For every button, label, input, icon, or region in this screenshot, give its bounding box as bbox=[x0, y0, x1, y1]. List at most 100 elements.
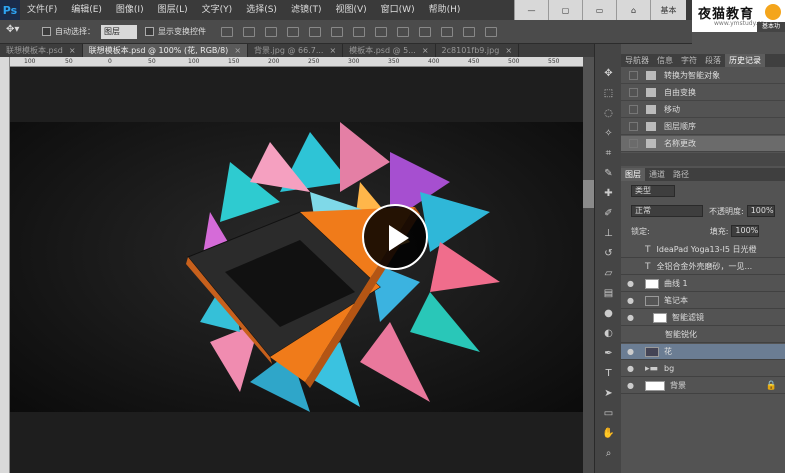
workspace-button[interactable]: 基本 bbox=[650, 0, 686, 20]
menu-layer[interactable]: 图层(L) bbox=[151, 0, 195, 20]
menu-image[interactable]: 图像(I) bbox=[109, 0, 151, 20]
home-icon[interactable]: ⌂ bbox=[616, 0, 650, 20]
hand-tool-icon[interactable]: ✋ bbox=[602, 428, 615, 440]
history-checkbox[interactable] bbox=[629, 139, 638, 148]
brush-tool-icon[interactable]: ✐ bbox=[602, 208, 615, 220]
menu-select[interactable]: 选择(S) bbox=[239, 0, 284, 20]
marquee-tool-icon[interactable]: ⬚ bbox=[602, 88, 615, 100]
eye-icon[interactable]: ● bbox=[627, 279, 639, 288]
menu-type[interactable]: 文字(Y) bbox=[195, 0, 240, 20]
lasso-tool-icon[interactable]: ◌ bbox=[602, 108, 615, 120]
layer-row[interactable]: 智能锐化 bbox=[621, 327, 785, 343]
history-item[interactable]: 名称更改 bbox=[621, 136, 785, 152]
gradient-tool-icon[interactable]: ▤ bbox=[602, 288, 615, 300]
zoom-tool-icon[interactable]: ⌕ bbox=[602, 448, 615, 460]
close-icon[interactable]: × bbox=[69, 46, 76, 55]
distribute-center-icon[interactable] bbox=[441, 26, 453, 37]
show-transform-checkbox[interactable] bbox=[145, 27, 154, 36]
layer-row[interactable]: ● 曲线 1 bbox=[621, 276, 785, 292]
layer-row[interactable]: ● ▸▬ bg bbox=[621, 361, 785, 377]
auto-select-dropdown[interactable]: 图层 bbox=[101, 24, 137, 39]
clone-stamp-icon[interactable]: ⊥ bbox=[602, 228, 615, 240]
opacity-input[interactable]: 100% bbox=[746, 205, 775, 217]
eraser-icon[interactable]: ▱ bbox=[602, 268, 615, 280]
healing-brush-icon[interactable]: ✚ bbox=[602, 188, 615, 200]
dodge-tool-icon[interactable]: ◐ bbox=[602, 328, 615, 340]
doc-tab-4[interactable]: 模板本.psd @ 5... × bbox=[343, 44, 436, 57]
video-play-button[interactable] bbox=[362, 204, 428, 270]
doc-tab-1[interactable]: 联想模板本.psd × bbox=[0, 44, 83, 57]
fill-input[interactable]: 100% bbox=[731, 225, 760, 237]
tab-character[interactable]: 字符 bbox=[677, 54, 701, 67]
history-checkbox[interactable] bbox=[629, 88, 638, 97]
move-tool-icon[interactable]: ✥ bbox=[602, 68, 615, 80]
scrollbar-thumb[interactable] bbox=[583, 180, 594, 208]
distribute-middle-icon[interactable] bbox=[375, 26, 387, 37]
pen-tool-icon[interactable]: ✒ bbox=[602, 348, 615, 360]
align-left-icon[interactable] bbox=[287, 26, 299, 37]
eyedropper-icon[interactable]: ✎ bbox=[602, 168, 615, 180]
ruler-left[interactable] bbox=[0, 57, 10, 473]
close-icon[interactable]: × bbox=[329, 46, 336, 55]
blur-tool-icon[interactable]: ● bbox=[602, 308, 615, 320]
workspace-label[interactable]: 基本功 bbox=[757, 22, 785, 32]
tab-info[interactable]: 信息 bbox=[653, 54, 677, 67]
align-center-icon[interactable] bbox=[309, 26, 321, 37]
layer-kind-select[interactable]: 类型 bbox=[631, 185, 675, 197]
distribute-right-icon[interactable] bbox=[463, 26, 475, 37]
layer-row[interactable]: ● 智能滤镜 bbox=[621, 310, 785, 326]
eye-icon[interactable]: ● bbox=[627, 296, 639, 305]
layer-row[interactable]: T 全铝合金外壳磨砂，一见... bbox=[621, 259, 785, 275]
layer-row[interactable]: ● 背景 🔒 bbox=[621, 378, 785, 394]
doc-tab-3[interactable]: 背景.jpg @ 66.7... × bbox=[248, 44, 344, 57]
eye-icon[interactable]: ● bbox=[627, 347, 639, 356]
close-icon[interactable]: × bbox=[234, 46, 241, 55]
move-tool-icon[interactable]: ✥▾ bbox=[6, 24, 34, 40]
distribute-left-icon[interactable] bbox=[419, 26, 431, 37]
close-icon[interactable]: × bbox=[505, 46, 512, 55]
menu-edit[interactable]: 编辑(E) bbox=[64, 0, 109, 20]
history-brush-icon[interactable]: ↺ bbox=[602, 248, 615, 260]
layer-row[interactable]: ● 笔记本 bbox=[621, 293, 785, 309]
doc-tab-2[interactable]: 联想模板本.psd @ 100% (花, RGB/8) × bbox=[82, 44, 249, 57]
tab-paths[interactable]: 路径 bbox=[669, 168, 693, 181]
layer-row[interactable]: T IdeaPad Yoga13-I5 日光橙 bbox=[621, 242, 785, 258]
history-checkbox[interactable] bbox=[629, 71, 638, 80]
history-item[interactable]: 图层顺序 bbox=[621, 119, 785, 135]
history-item[interactable]: 移动 bbox=[621, 102, 785, 118]
history-item[interactable]: 转换为智能对象 bbox=[621, 68, 785, 84]
frame-icon[interactable]: ▢ bbox=[548, 0, 582, 20]
eye-icon[interactable]: ● bbox=[627, 381, 639, 390]
tab-channels[interactable]: 通道 bbox=[645, 168, 669, 181]
eye-icon[interactable]: ● bbox=[627, 313, 639, 322]
align-right-icon[interactable] bbox=[331, 26, 343, 37]
align-bottom-icon[interactable] bbox=[265, 26, 277, 37]
tab-paragraph[interactable]: 段落 bbox=[701, 54, 725, 67]
history-checkbox[interactable] bbox=[629, 105, 638, 114]
menu-window[interactable]: 窗口(W) bbox=[374, 0, 422, 20]
align-middle-icon[interactable] bbox=[243, 26, 255, 37]
menu-filter[interactable]: 滤镜(T) bbox=[284, 0, 329, 20]
blend-mode-select[interactable]: 正常 bbox=[631, 205, 703, 217]
menu-help[interactable]: 帮助(H) bbox=[422, 0, 468, 20]
distribute-top-icon[interactable] bbox=[353, 26, 365, 37]
align-top-icon[interactable] bbox=[221, 26, 233, 37]
ruler-top[interactable]: 100 50 0 50 100 150 200 250 300 350 400 … bbox=[10, 57, 583, 67]
minimize-icon[interactable]: — bbox=[514, 0, 548, 20]
tab-navigator[interactable]: 导航器 bbox=[621, 54, 653, 67]
type-tool-icon[interactable]: T bbox=[602, 368, 615, 380]
canvas-area[interactable] bbox=[10, 67, 583, 473]
crop-tool-icon[interactable]: ⌗ bbox=[602, 148, 615, 160]
doc-tab-5[interactable]: 2c8101fb9.jpg × bbox=[436, 44, 520, 57]
magic-wand-icon[interactable]: ✧ bbox=[602, 128, 615, 140]
menu-file[interactable]: 文件(F) bbox=[20, 0, 64, 20]
path-select-icon[interactable]: ➤ bbox=[602, 388, 615, 400]
auto-select-checkbox[interactable] bbox=[42, 27, 51, 36]
vertical-scrollbar[interactable] bbox=[583, 180, 594, 473]
eye-icon[interactable]: ● bbox=[627, 364, 639, 373]
history-checkbox[interactable] bbox=[629, 122, 638, 131]
history-item[interactable]: 自由变换 bbox=[621, 85, 785, 101]
distribute-bottom-icon[interactable] bbox=[397, 26, 409, 37]
menu-view[interactable]: 视图(V) bbox=[328, 0, 373, 20]
tab-history[interactable]: 历史记录 bbox=[725, 54, 765, 67]
